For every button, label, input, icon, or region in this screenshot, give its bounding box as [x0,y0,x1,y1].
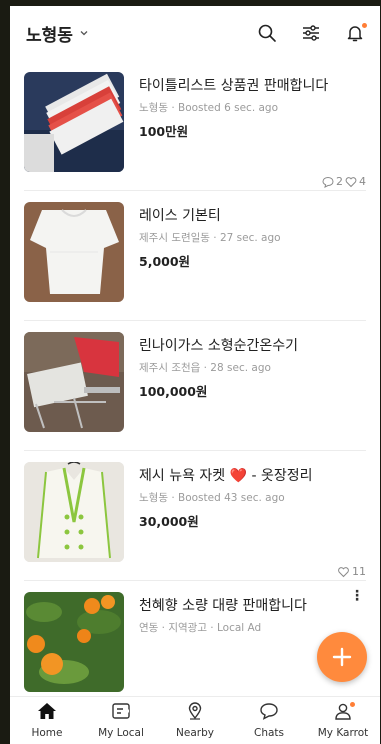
list-item[interactable]: 린나이가스 소형순간온수기 제주시 조천읍 · 28 sec. ago 100,… [10,320,380,450]
item-thumbnail [24,332,124,432]
tab-label: Chats [253,727,284,739]
item-stats: 11 [337,565,366,578]
item-meta: 제주시 도련일동 · 27 sec. ago [139,232,281,244]
location-pin-icon [184,701,206,721]
tab-chats[interactable]: Chats [232,701,306,739]
bell-icon[interactable] [344,22,367,44]
local-icon [110,701,132,721]
app-frame: 노형동 타이틀리스트 상품권 판매합니다 노형동 · Boosted 6 sec… [10,6,380,744]
item-thumbnail [24,462,124,562]
item-title: 천혜향 소량 대량 판매합니다 [139,598,307,614]
location-name: 노형동 [26,25,73,46]
chat-count: 2 [336,175,343,188]
listing-feed: 타이틀리스트 상품권 판매합니다 노형동 · Boosted 6 sec. ag… [10,60,380,710]
item-stats: 2 4 [322,175,366,188]
item-thumbnail [24,592,124,692]
item-title: 타이틀리스트 상품권 판매합니다 [139,78,329,94]
item-title: 레이스 기본티 [139,208,221,224]
bottom-tab-bar: Home My Local Nearby Chats My Karrot [10,696,380,744]
item-title: 제시 뉴욕 자켓 ❤️ - 옷장정리 [139,468,313,484]
tab-nearby[interactable]: Nearby [158,701,232,739]
item-thumbnail [24,202,124,302]
item-title: 린나이가스 소형순간온수기 [139,338,299,354]
top-bar: 노형동 [10,6,380,60]
filter-icon[interactable] [300,22,322,44]
tab-label: Nearby [176,727,214,739]
notification-dot [350,702,355,707]
tab-label: My Karrot [317,727,369,739]
item-meta: 노형동 · Boosted 6 sec. ago [139,102,279,114]
item-thumbnail [24,72,124,172]
item-price: 100,000원 [139,384,208,399]
profile-icon [332,701,355,721]
notification-dot [362,23,367,28]
item-price: 30,000원 [139,514,199,529]
location-selector[interactable]: 노형동 [26,21,89,46]
chat-icon [322,176,334,188]
tab-home[interactable]: Home [10,701,84,739]
more-options-icon[interactable]: ⋮ [350,588,364,604]
plus-icon [332,647,352,667]
tab-my-karrot[interactable]: My Karrot [306,701,380,739]
list-item[interactable]: 제시 뉴욕 자켓 ❤️ - 옷장정리 노형동 · Boosted 43 sec.… [10,450,380,580]
chat-icon [258,701,280,721]
tab-my-local[interactable]: My Local [84,701,158,739]
search-icon[interactable] [256,22,278,44]
tab-label: My Local [98,727,144,739]
tab-label: Home [31,727,63,739]
home-icon [36,701,58,721]
like-count: 11 [352,565,366,578]
add-listing-button[interactable] [317,632,367,682]
item-price: 5,000원 [139,254,191,269]
chevron-down-icon [80,31,88,36]
heart-icon [345,176,357,187]
list-item[interactable]: 레이스 기본티 제주시 도련일동 · 27 sec. ago 5,000원 [10,190,380,320]
item-meta: 제주시 조천읍 · 28 sec. ago [139,362,271,374]
heart-icon [338,566,349,577]
item-price: 100만원 [139,124,189,139]
list-item[interactable]: 타이틀리스트 상품권 판매합니다 노형동 · Boosted 6 sec. ag… [10,60,380,190]
item-meta: 노형동 · Boosted 43 sec. ago [139,492,285,504]
like-count: 4 [359,175,366,188]
